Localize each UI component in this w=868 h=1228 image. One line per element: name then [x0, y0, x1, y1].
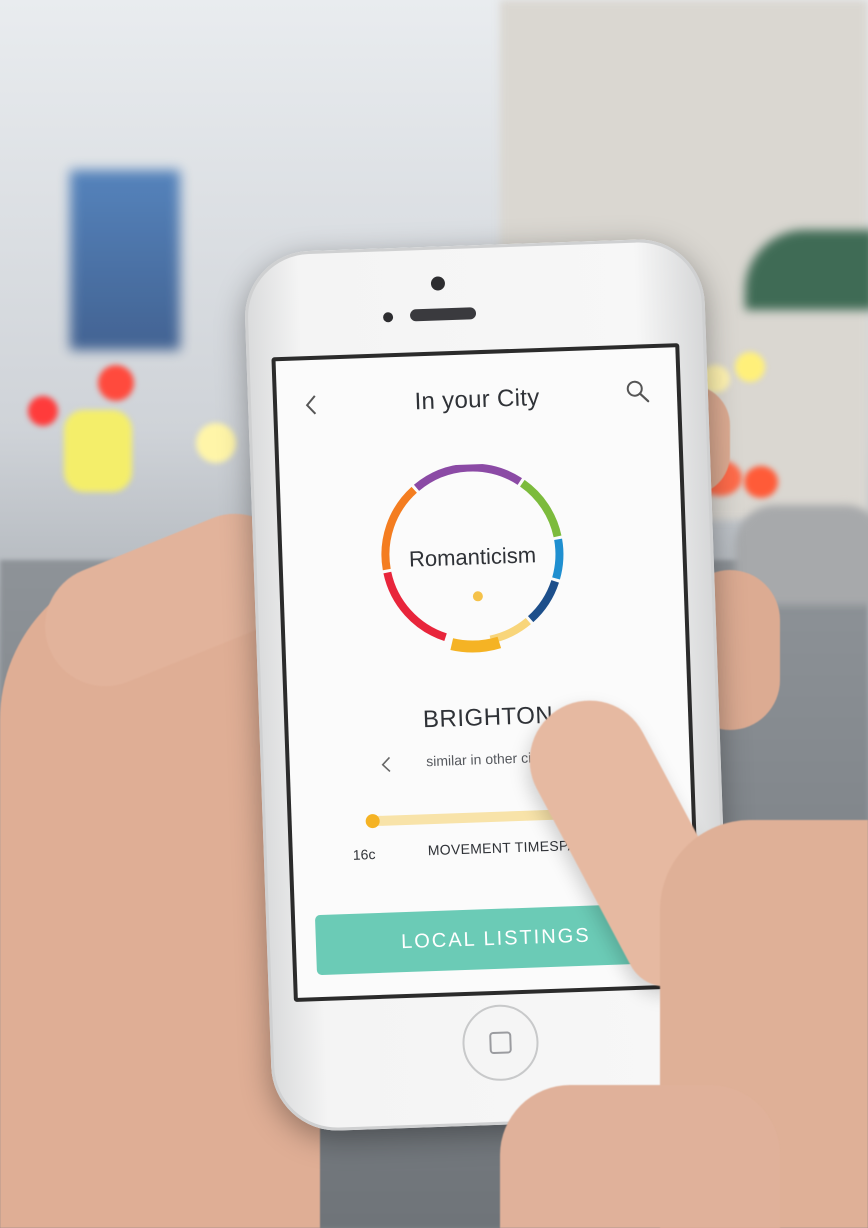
bokeh-light	[64, 410, 132, 492]
home-button[interactable]	[461, 1003, 540, 1083]
ring-segment-green[interactable]	[519, 479, 562, 538]
ring-segment-navy[interactable]	[527, 579, 559, 623]
right-thumb	[500, 1085, 780, 1228]
bokeh-light	[735, 352, 765, 382]
ring-segment-pale-yellow[interactable]	[489, 617, 531, 644]
movement-ring[interactable]: Romanticism	[369, 461, 576, 678]
nav-bar: In your City	[276, 347, 679, 445]
ring-segment-purple[interactable]	[413, 463, 522, 491]
earpiece-speaker	[409, 307, 477, 322]
timespan-start-label: 16c	[352, 846, 376, 863]
bokeh-light	[196, 423, 236, 463]
ring-indicator-dot	[472, 591, 483, 602]
bokeh-light	[98, 365, 134, 401]
page-title: In your City	[414, 384, 540, 416]
search-icon[interactable]	[624, 378, 651, 405]
background-building-blue	[70, 170, 180, 350]
ring-segment-red[interactable]	[383, 571, 447, 642]
timespan-knob[interactable]	[365, 813, 380, 829]
front-camera	[430, 276, 446, 291]
proximity-sensor	[382, 312, 394, 323]
bokeh-light	[744, 466, 778, 498]
ring-selected-segment[interactable]	[450, 636, 502, 654]
home-square-icon	[489, 1031, 512, 1055]
bokeh-light	[28, 396, 58, 426]
